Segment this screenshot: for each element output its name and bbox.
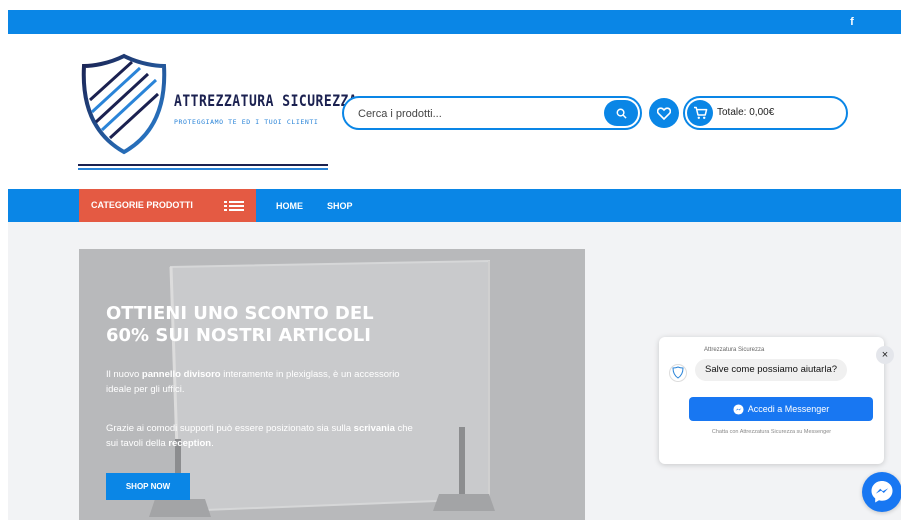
hero-banner: OTTIENI UNO SCONTO DEL 60% SUI NOSTRI AR… [79,249,585,520]
nav-shop[interactable]: SHOP [327,201,353,211]
categories-label: CATEGORIE PRODOTTI [91,200,193,210]
search-input[interactable] [358,106,588,122]
hero-text: Grazie ai comodi supporti può essere pos… [106,423,354,434]
hero-text-bold: scrivania [353,423,395,434]
messenger-login-label: Accedi a Messenger [747,404,830,414]
chat-note: Chatta con Attrezzatura Sicurezza su Mes… [711,429,832,435]
close-chat-button[interactable]: × [876,346,894,364]
cart-button[interactable]: Totale: 0,00€ [683,96,848,130]
wishlist-button[interactable] [649,98,679,128]
search-button[interactable] [604,100,638,126]
hero-title: OTTIENI UNO SCONTO DEL 60% SUI NOSTRI AR… [106,303,374,346]
hero-description: Il nuovo pannello divisoro interamente i… [106,367,416,397]
shield-logo-icon [81,53,167,155]
shield-avatar-icon [672,366,684,379]
logo-underline-accent [78,168,328,170]
site-header: ATTREZZATURA SICUREZZA PROTEGGIAMO TE ED… [8,34,901,189]
messenger-icon [733,404,744,415]
messenger-launcher-button[interactable] [862,472,901,512]
page-avatar [669,364,687,382]
search-bar [342,96,642,130]
cart-icon-holder [687,100,713,126]
logo-title: ATTREZZATURA SICUREZZA [174,92,358,111]
top-bar: f [8,10,901,34]
messenger-icon [871,481,893,503]
search-icon [616,108,627,119]
hero-description-2: Grazie ai comodi supporti può essere pos… [106,421,416,451]
main-nav: CATEGORIE PRODOTTI HOME SHOP [8,189,901,222]
nav-home[interactable]: HOME [276,201,303,211]
site-logo[interactable]: ATTREZZATURA SICUREZZA PROTEGGIAMO TE ED… [78,52,357,172]
menu-icon [224,201,244,211]
cart-icon [693,106,707,119]
chat-greeting: Salve come possiamo aiutarla? [695,359,848,381]
messenger-chat-popup: Attrezzatura Sicurezza × Salve come poss… [659,337,894,464]
heart-icon [657,106,671,120]
hero-text: Il nuovo [106,369,142,380]
messenger-login-button[interactable]: Accedi a Messenger [689,397,873,421]
categories-button[interactable]: CATEGORIE PRODOTTI [79,189,256,222]
hero-text-bold: pannello divisoro [141,369,221,380]
shop-now-button[interactable]: SHOP NOW [106,473,190,500]
logo-underline [78,164,328,166]
facebook-icon[interactable]: f [846,14,858,30]
hero-text-bold: reception [168,438,212,449]
logo-subtitle: PROTEGGIAMO TE ED I TUOI CLIENTI [174,118,319,126]
chat-page-name: Attrezzatura Sicurezza [704,347,765,353]
hero-text: . [211,438,214,449]
cart-total: Totale: 0,00€ [717,107,775,118]
